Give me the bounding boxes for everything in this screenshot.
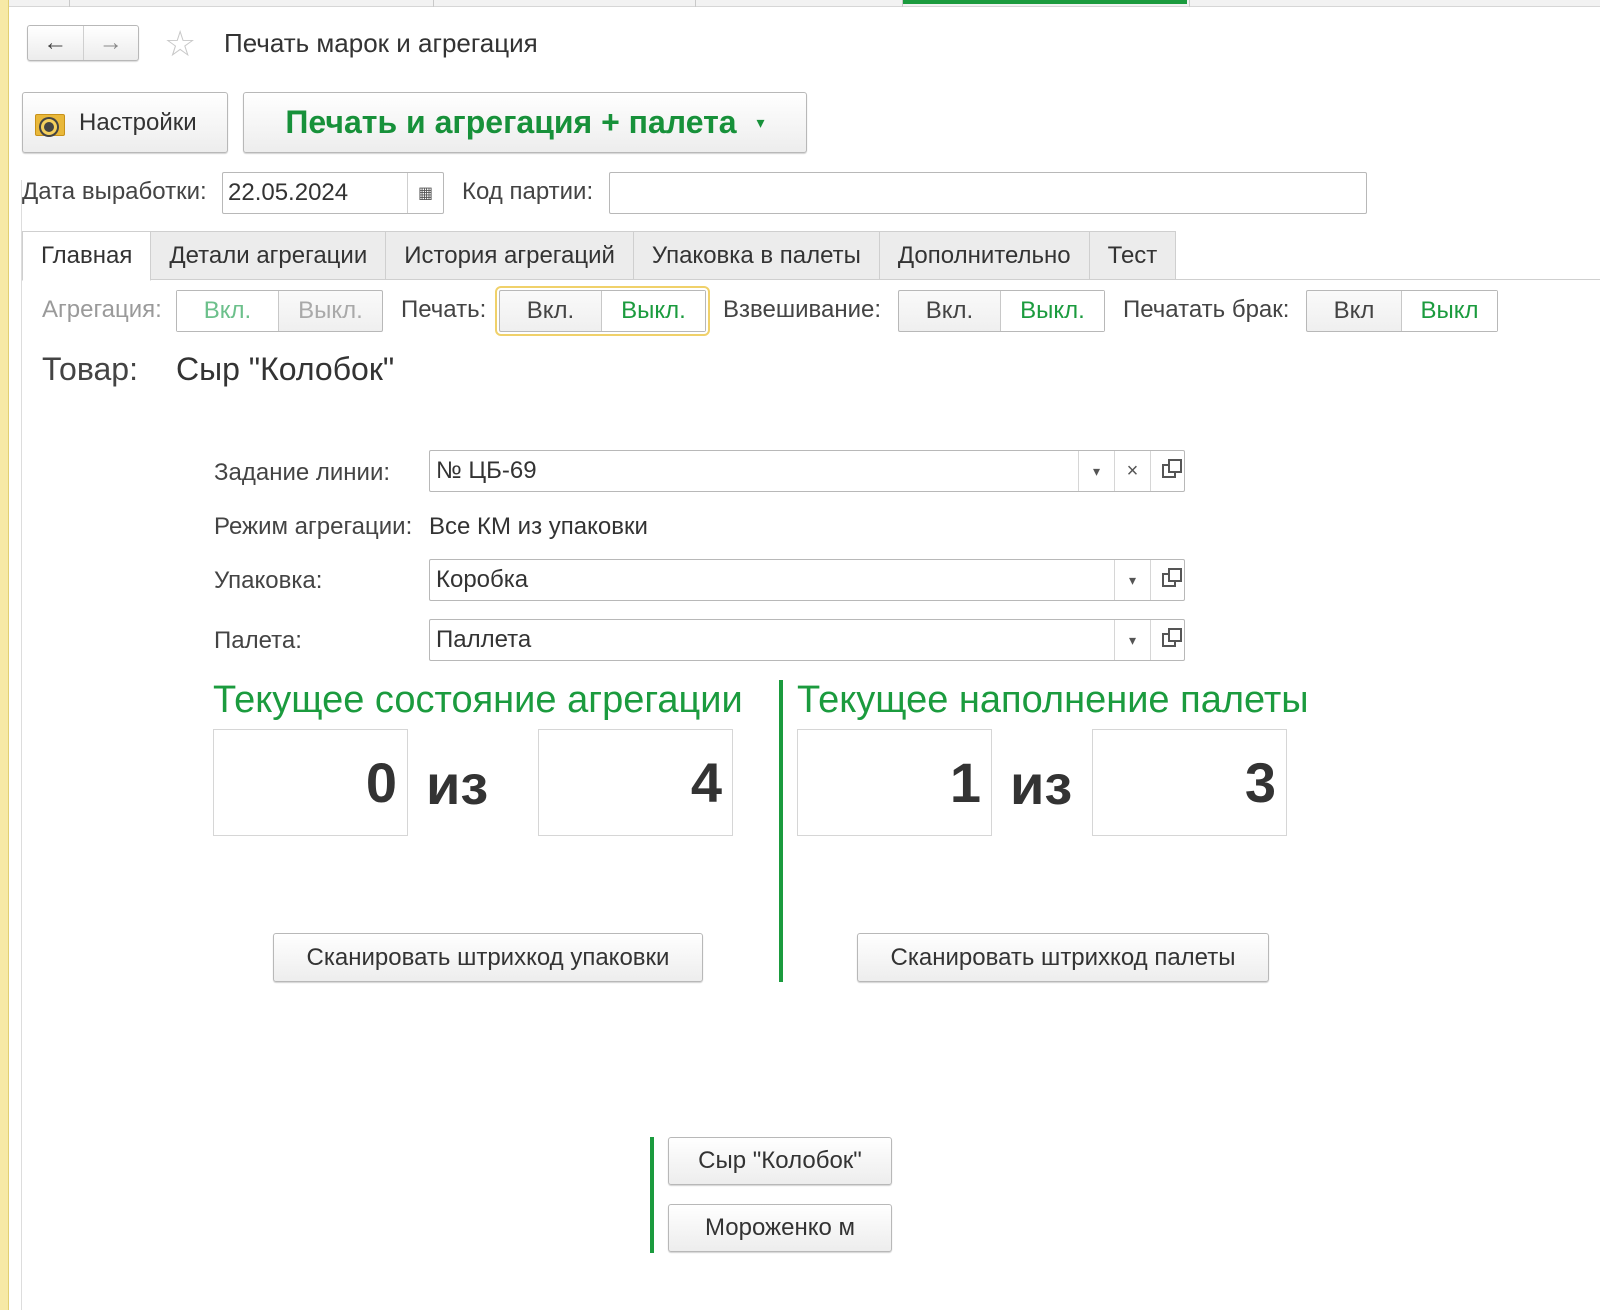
aggregation-toggle-label: Агрегация:	[42, 296, 162, 323]
forward-arrow-icon[interactable]: →	[82, 26, 139, 60]
settings-button[interactable]: Настройки	[22, 92, 228, 153]
aggregation-current-count: 0	[213, 729, 408, 836]
left-panel-strip	[0, 0, 9, 1310]
settings-folder-gear-icon	[35, 110, 65, 136]
pallet-label: Палета:	[214, 627, 302, 654]
pallet-total-count: 3	[1092, 729, 1287, 836]
package-field[interactable]: Коробка ▾	[429, 559, 1185, 601]
pallet-fill-title: Текущее наполнение палеты	[797, 679, 1309, 721]
scan-pallet-barcode-button[interactable]: Сканировать штрихкод палеты	[857, 933, 1269, 982]
aggregation-of-word: из	[426, 753, 489, 816]
tab-pallet-packing[interactable]: Упаковка в палеты	[633, 231, 880, 280]
print-button-label: Печать и агрегация + палета	[285, 104, 737, 140]
tab-bar: Главная Детали агрегации История агрегац…	[22, 231, 1177, 281]
aggregation-on-option: Вкл.	[177, 291, 278, 331]
left-divider	[21, 180, 22, 1310]
product-label: Товар:	[42, 351, 138, 387]
aggregation-total-count: 4	[538, 729, 733, 836]
line-task-value: № ЦБ-69	[436, 457, 537, 484]
production-date-input[interactable]: 22.05.2024 ▦	[222, 172, 444, 214]
favorite-star-icon[interactable]: ☆	[164, 26, 196, 62]
line-task-dropdown-icon[interactable]: ▾	[1078, 451, 1114, 491]
pallet-open-icon[interactable]	[1150, 620, 1186, 660]
production-date-value: 22.05.2024	[228, 179, 349, 206]
line-task-clear-icon[interactable]: ×	[1114, 451, 1150, 491]
product-list-marker	[650, 1137, 654, 1253]
batch-code-label: Код партии:	[462, 178, 594, 205]
aggregation-state-title: Текущее состояние агрегации	[213, 679, 743, 721]
tab-additional[interactable]: Дополнительно	[879, 231, 1090, 280]
weighing-off-option[interactable]: Выкл.	[1000, 291, 1104, 331]
section-divider	[779, 680, 783, 982]
chevron-down-icon[interactable]: ▾	[757, 113, 765, 133]
print-off-option[interactable]: Выкл.	[601, 291, 705, 331]
tab-aggregation-details[interactable]: Детали агрегации	[151, 231, 387, 280]
window-title: Печать марок и агрегация	[224, 28, 538, 58]
print-defect-toggle-label: Печатать брак:	[1123, 296, 1290, 323]
settings-button-label: Настройки	[79, 108, 197, 136]
line-task-label: Задание линии:	[214, 459, 391, 486]
production-date-label: Дата выработки:	[22, 178, 207, 205]
tab-main[interactable]: Главная	[22, 231, 152, 281]
product-select-button[interactable]: Мороженко м	[668, 1204, 892, 1252]
batch-code-input[interactable]	[609, 172, 1367, 214]
pallet-field[interactable]: Паллета ▾	[429, 619, 1185, 661]
print-toggle: Вкл. Выкл.	[495, 286, 710, 336]
package-value: Коробка	[436, 566, 529, 593]
weighing-toggle-label: Взвешивание:	[723, 296, 882, 323]
package-open-icon[interactable]	[1150, 560, 1186, 600]
pallet-dropdown-icon[interactable]: ▾	[1114, 620, 1150, 660]
tab-test[interactable]: Тест	[1089, 231, 1177, 280]
pallet-of-word: из	[1010, 753, 1073, 816]
scan-package-barcode-button[interactable]: Сканировать штрихкод упаковки	[273, 933, 703, 982]
package-dropdown-icon[interactable]: ▾	[1114, 560, 1150, 600]
pallet-value: Паллета	[436, 626, 532, 653]
product-select-button[interactable]: Сыр "Колобок"	[668, 1137, 892, 1185]
calendar-icon[interactable]: ▦	[407, 173, 443, 213]
aggregation-mode-value: Все КМ из упаковки	[429, 513, 648, 540]
print-defect-on-option[interactable]: Вкл	[1307, 291, 1401, 331]
aggregation-off-option: Выкл.	[278, 291, 382, 331]
line-task-open-icon[interactable]	[1150, 451, 1186, 491]
package-label: Упаковка:	[214, 567, 323, 594]
print-defect-off-option[interactable]: Выкл	[1401, 291, 1497, 331]
top-window-tab-active-indicator[interactable]	[903, 0, 1187, 4]
navigation-buttons: ← →	[27, 25, 139, 61]
print-toggle-label: Печать:	[401, 296, 487, 323]
aggregation-mode-label: Режим агрегации:	[214, 513, 413, 540]
weighing-on-option[interactable]: Вкл.	[899, 291, 1000, 331]
line-task-field[interactable]: № ЦБ-69 ▾ ×	[429, 450, 1185, 492]
print-on-option[interactable]: Вкл.	[500, 291, 601, 331]
print-defect-toggle: Вкл Выкл	[1306, 290, 1498, 332]
aggregation-toggle: Вкл. Выкл.	[176, 290, 383, 332]
tab-aggregation-history[interactable]: История агрегаций	[386, 231, 634, 280]
back-arrow-icon[interactable]: ←	[28, 26, 83, 60]
pallet-current-count: 1	[797, 729, 992, 836]
top-window-tabs-strip	[9, 0, 1600, 7]
weighing-toggle: Вкл. Выкл.	[898, 290, 1105, 332]
product-value: Сыр "Колобок"	[176, 351, 395, 387]
print-and-aggregate-button[interactable]: Печать и агрегация + палета ▾	[243, 92, 807, 153]
